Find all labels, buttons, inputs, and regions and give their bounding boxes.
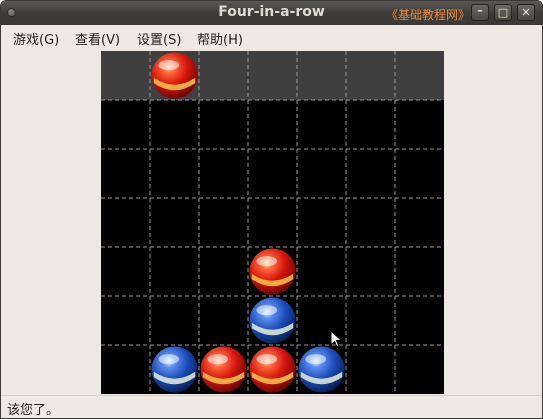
- blue-ball-body: [298, 346, 345, 393]
- red-ball-highlight: [158, 60, 180, 71]
- status-bar: 该您了。: [1, 395, 542, 418]
- close-button[interactable]: ✕: [517, 4, 535, 21]
- board-piece-blue: [151, 346, 198, 393]
- board-piece-blue: [298, 346, 345, 393]
- red-ball-body: [249, 346, 296, 393]
- watermark-text: 《基础教程网》: [386, 8, 471, 22]
- red-ball-body: [200, 346, 247, 393]
- maximize-icon: □: [497, 6, 509, 19]
- blue-ball-body: [151, 346, 198, 393]
- minimize-button[interactable]: –: [471, 4, 489, 21]
- board-canvas[interactable]: [101, 51, 444, 394]
- red-ball-highlight: [207, 354, 229, 365]
- game-window: Four-in-a-row 《基础教程网》 – □ ✕ 游戏(G) 查看(V) …: [0, 0, 543, 419]
- blue-ball-highlight: [158, 354, 180, 365]
- menu-game[interactable]: 游戏(G): [13, 29, 59, 48]
- board-piece-blue: [249, 297, 296, 344]
- board-piece-red: [249, 248, 296, 295]
- board-piece-red: [200, 346, 247, 393]
- mouse-pointer-icon: [330, 330, 343, 348]
- red-ball-highlight: [256, 354, 278, 365]
- blue-ball-body: [249, 297, 296, 344]
- menu-view[interactable]: 查看(V): [75, 29, 120, 48]
- game-board[interactable]: [101, 51, 444, 394]
- title-bar[interactable]: Four-in-a-row 《基础教程网》 – □ ✕: [1, 1, 542, 25]
- blue-ball-highlight: [305, 354, 327, 365]
- menu-bar: 游戏(G) 查看(V) 设置(S) 帮助(H): [1, 25, 542, 49]
- minimize-icon: –: [477, 4, 483, 17]
- board-piece-red: [249, 346, 296, 393]
- cursor-piece-red: [151, 52, 198, 99]
- menu-help[interactable]: 帮助(H): [197, 29, 243, 48]
- menu-settings[interactable]: 设置(S): [137, 29, 181, 48]
- maximize-button[interactable]: □: [494, 4, 512, 21]
- red-ball-body: [249, 248, 296, 295]
- status-text: 该您了。: [7, 403, 60, 418]
- red-ball-body: [151, 52, 198, 99]
- close-icon: ✕: [521, 6, 531, 19]
- red-ball-highlight: [256, 256, 278, 267]
- blue-ball-highlight: [256, 305, 278, 316]
